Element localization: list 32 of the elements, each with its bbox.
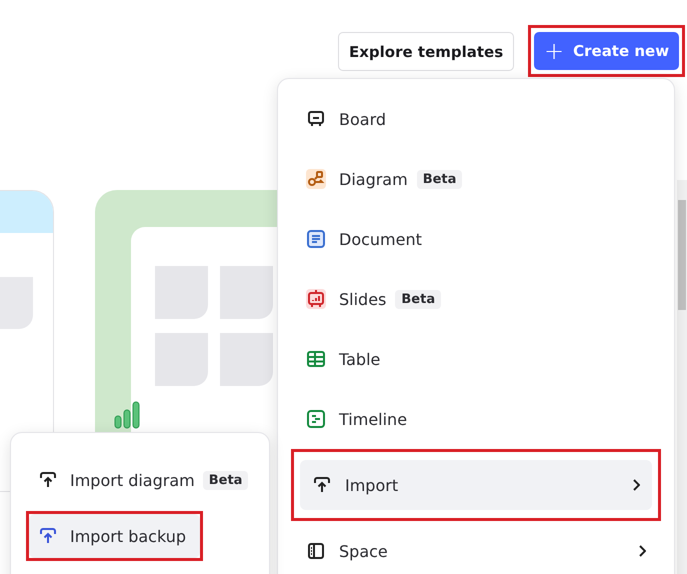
menu-item[interactable]: Timeline	[294, 392, 658, 446]
placeholder-tile	[220, 266, 273, 319]
placeholder-tile	[155, 266, 208, 319]
item-label: Import	[345, 476, 398, 494]
item-label: Board	[339, 110, 386, 128]
item-label: Import backup	[70, 526, 186, 546]
item-label: Slides	[339, 290, 386, 308]
placeholder-tile	[220, 333, 273, 386]
item-label: Table	[339, 350, 380, 368]
beta-badge: Beta	[416, 170, 462, 188]
chevron-right-icon	[632, 479, 640, 491]
menu-item[interactable]: Space	[294, 524, 658, 574]
beta-badge: Beta	[395, 290, 442, 308]
menu-item[interactable]: Board	[294, 92, 658, 146]
beta-badge: Beta	[202, 470, 248, 490]
menu-item[interactable]: Import	[300, 460, 652, 510]
item-label: Import diagram	[70, 470, 195, 490]
menu-item[interactable]: Table	[294, 332, 658, 386]
placeholder-tile	[155, 333, 208, 386]
item-label: Space	[339, 542, 388, 560]
explore-templates-button[interactable]: Explore templates	[338, 32, 514, 71]
item-label: Diagram	[339, 170, 408, 188]
item-label: Timeline	[339, 410, 408, 428]
submenu-item[interactable]: Import diagram Beta	[29, 458, 262, 502]
item-label: Document	[339, 230, 422, 248]
scrollbar[interactable]	[677, 180, 687, 574]
create-new-button[interactable]: + Create new	[534, 32, 680, 70]
submenu-item[interactable]: Import backup	[29, 514, 200, 558]
chevron-right-icon	[638, 545, 646, 557]
menu-item[interactable]: Slides Beta	[294, 272, 658, 326]
menu-item[interactable]: Document	[294, 212, 658, 266]
menu-item[interactable]: Diagram Beta	[294, 152, 658, 206]
